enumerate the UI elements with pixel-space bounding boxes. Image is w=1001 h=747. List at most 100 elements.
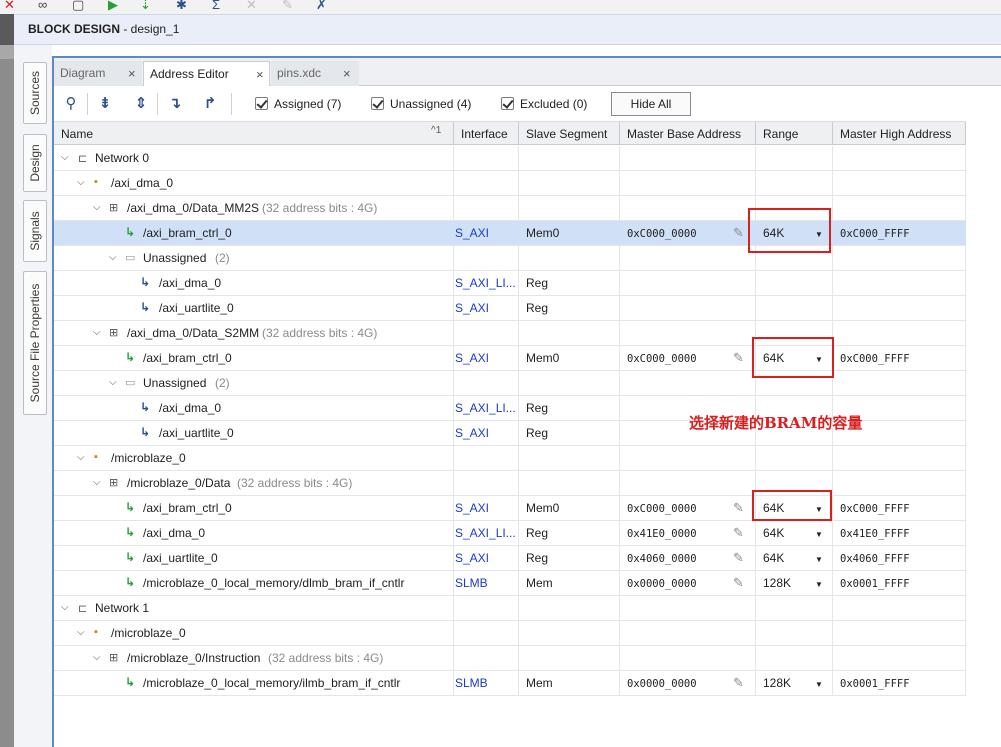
chevron-down-icon[interactable]: ⌵ [77, 627, 85, 638]
row-interface[interactable]: S_AXI [455, 426, 489, 440]
sort-indicator[interactable]: ^1 [431, 125, 441, 136]
row-interface[interactable]: S_AXI [455, 501, 489, 515]
collapse-all-icon[interactable]: ⇟ [96, 95, 114, 113]
link-icon[interactable]: ∞ [38, 0, 47, 11]
column-divider[interactable] [832, 122, 833, 145]
row-interface[interactable]: S_AXI [455, 301, 489, 315]
row-base-address[interactable]: 0xC000_0000 [627, 503, 697, 515]
slave-segment-icon: ↳ [125, 550, 136, 564]
column-divider[interactable] [518, 122, 519, 145]
row-base-address[interactable]: 0x41E0_0000 [627, 528, 697, 540]
column-divider[interactable] [453, 122, 454, 145]
column-divider[interactable] [619, 122, 620, 145]
row-name: /axi_dma_0/Data_S2MM [127, 326, 260, 340]
column-master-high-address[interactable]: Master High Address [840, 127, 951, 141]
chevron-down-icon[interactable]: ⌵ [109, 252, 117, 263]
table-row[interactable] [54, 171, 966, 196]
row-range[interactable]: 64K [763, 526, 784, 540]
row-range[interactable]: 128K [763, 576, 791, 590]
row-range[interactable]: 64K [763, 551, 784, 565]
side-tab-sources[interactable]: Sources [23, 62, 47, 124]
tab-pins-xdc[interactable]: pins.xdc × [271, 61, 359, 86]
row-interface[interactable]: S_AXI [455, 226, 489, 240]
chevron-down-icon[interactable]: ⌵ [93, 202, 101, 213]
chevron-down-icon[interactable]: ⌵ [61, 602, 69, 613]
row-segment: Mem [526, 676, 553, 690]
column-slave-segment[interactable]: Slave Segment [526, 127, 607, 141]
debug-icon[interactable]: ✗ [316, 0, 327, 11]
copy-icon[interactable]: ▢ [72, 0, 84, 11]
column-master-base-address[interactable]: Master Base Address [627, 127, 741, 141]
row-range[interactable]: 128K [763, 676, 791, 690]
chevron-down-icon[interactable]: ⌵ [77, 177, 85, 188]
table-row[interactable] [54, 146, 966, 171]
side-tab-signals[interactable]: Signals [23, 200, 47, 262]
dropdown-arrow-icon[interactable]: ▼ [815, 555, 823, 564]
chevron-down-icon[interactable]: ⌵ [61, 152, 69, 163]
run-icon[interactable]: ▶ [108, 0, 118, 11]
row-interface[interactable]: SLMB [455, 576, 488, 590]
row-interface[interactable]: S_AXI_LI... [455, 526, 516, 540]
edit-icon[interactable]: ✎ [733, 575, 744, 591]
wrench-icon[interactable]: ✕ [246, 0, 257, 11]
edit-icon[interactable]: ✎ [733, 225, 744, 241]
chevron-down-icon[interactable]: ⌵ [109, 377, 117, 388]
edit-icon[interactable]: ✎ [733, 500, 744, 516]
chevron-down-icon[interactable]: ⌵ [93, 327, 101, 338]
dropdown-arrow-icon[interactable]: ▼ [815, 680, 823, 689]
row-base-address[interactable]: 0x0000_0000 [627, 578, 697, 590]
row-extra: (32 address bits : 4G) [237, 476, 353, 490]
edit-icon[interactable]: ✎ [733, 550, 744, 566]
unassigned-checkbox[interactable] [371, 97, 384, 110]
chevron-down-icon[interactable]: ⌵ [93, 477, 101, 488]
left-strip-handle[interactable] [0, 45, 14, 59]
dropdown-arrow-icon[interactable]: ▼ [815, 530, 823, 539]
row-interface[interactable]: S_AXI_LI... [455, 401, 516, 415]
column-divider[interactable] [755, 122, 756, 145]
row-base-address[interactable]: 0xC000_0000 [627, 353, 697, 365]
search-icon[interactable]: ⚲ [62, 95, 80, 113]
close-icon[interactable]: × [128, 66, 136, 81]
unassigned-label: Unassigned (4) [390, 97, 472, 111]
close-icon[interactable]: × [256, 67, 264, 82]
close-icon[interactable]: × [343, 66, 351, 81]
row-interface[interactable]: S_AXI_LI... [455, 276, 516, 290]
row-base-address[interactable]: 0x0000_0000 [627, 678, 697, 690]
expand-all-icon[interactable]: ⇕ [132, 95, 150, 113]
chevron-down-icon[interactable]: ⌵ [93, 652, 101, 663]
tool-icon[interactable]: ✎ [282, 0, 293, 11]
column-interface[interactable]: Interface [461, 127, 508, 141]
excluded-checkbox[interactable] [501, 97, 514, 110]
hide-all-button[interactable]: Hide All [611, 92, 691, 116]
chevron-down-icon[interactable]: ⌵ [77, 452, 85, 463]
title-rest: - design_1 [120, 22, 180, 36]
table-row[interactable] [54, 621, 966, 646]
row-base-address[interactable]: 0x4060_0000 [627, 553, 697, 565]
table-row[interactable] [54, 596, 966, 621]
tab-address-editor[interactable]: Address Editor × [143, 61, 270, 86]
edit-icon[interactable]: ✎ [733, 525, 744, 541]
edit-icon[interactable]: ✎ [733, 350, 744, 366]
edit-icon[interactable]: ✎ [733, 675, 744, 691]
row-interface[interactable]: S_AXI [455, 351, 489, 365]
sigma-icon[interactable]: Σ [212, 0, 220, 11]
row-interface[interactable]: SLMB [455, 676, 488, 690]
step-icon[interactable]: ⇣ [140, 0, 151, 11]
toolbar-separator [87, 93, 88, 115]
assign-icon[interactable]: ↴ [166, 95, 184, 113]
column-range[interactable]: Range [763, 127, 798, 141]
row-interface[interactable]: S_AXI [455, 551, 489, 565]
tab-diagram[interactable]: Diagram × [54, 61, 142, 86]
gear-icon[interactable]: ✱ [176, 0, 187, 11]
row-extra: (2) [215, 251, 230, 265]
close-icon[interactable]: ✕ [4, 0, 15, 11]
unassign-icon[interactable]: ↱ [201, 95, 219, 113]
column-name[interactable]: Name [61, 127, 93, 141]
dropdown-arrow-icon[interactable]: ▼ [815, 580, 823, 589]
side-tab-design[interactable]: Design [23, 134, 47, 192]
row-base-address[interactable]: 0xC000_0000 [627, 228, 697, 240]
table-row[interactable] [54, 446, 966, 471]
side-tab-source-file-properties[interactable]: Source File Properties [23, 271, 47, 415]
column-divider[interactable] [965, 122, 966, 145]
assigned-checkbox[interactable] [255, 97, 268, 110]
